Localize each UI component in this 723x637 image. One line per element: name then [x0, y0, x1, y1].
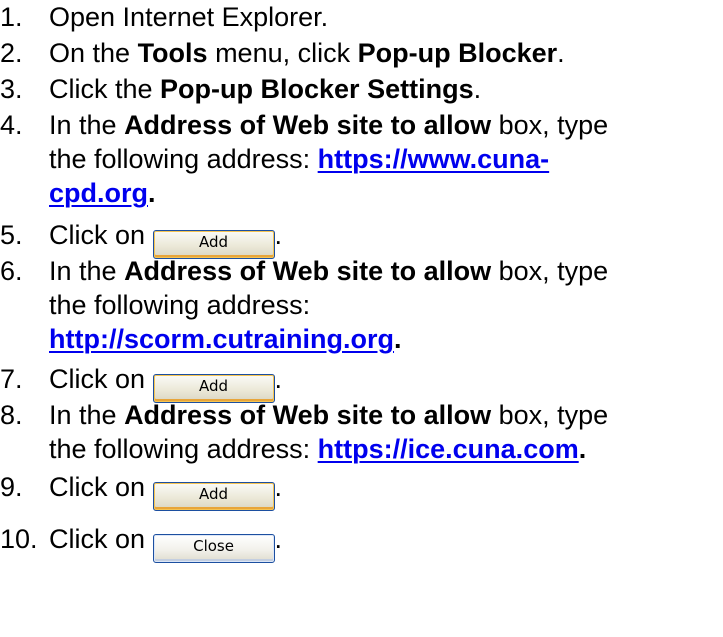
step-line: Click on Add. [49, 470, 723, 511]
step-line: the following address: https://www.cuna- [49, 142, 723, 176]
plain-text: the following address: [49, 434, 318, 464]
bold-text: Pop-up Blocker Settings [160, 74, 474, 104]
step-number: 6. [0, 256, 23, 286]
step-text: Click on Add. [49, 218, 723, 259]
url-link[interactable]: https://ice.cuna.com [318, 434, 579, 464]
step-line: the following address: https://ice.cuna.… [49, 432, 723, 466]
add-button[interactable]: Add [152, 482, 275, 511]
bold-text: Address of Web site to allow [124, 256, 492, 286]
url-link[interactable]: http://scorm.cutraining.org [49, 324, 394, 354]
url-link[interactable]: cpd.org [49, 178, 148, 208]
step-text: In the Address of Web site to allow box,… [49, 398, 723, 466]
step-number: 8. [0, 400, 23, 430]
step-line: Click on Add. [49, 218, 723, 259]
step-line: http://scorm.cutraining.org. [49, 322, 723, 356]
plain-text: Open Internet Explorer. [49, 2, 329, 32]
step-number: 10. [0, 524, 38, 554]
bold-text: . [578, 434, 587, 464]
step-number: 1. [0, 2, 23, 32]
step-number: 4. [0, 110, 23, 140]
plain-text: . [274, 524, 283, 554]
plain-text: box, type [491, 256, 609, 286]
step-line: In the Address of Web site to allow box,… [49, 108, 723, 142]
plain-text: Click on [49, 364, 153, 394]
plain-text: In the [49, 110, 125, 140]
step-number: 7. [0, 364, 23, 394]
plain-text: the following address: [49, 290, 311, 320]
plain-text: Click on [49, 220, 153, 250]
step-line: On the Tools menu, click Pop-up Blocker. [49, 36, 723, 70]
step-number: 3. [0, 74, 23, 104]
bold-text: Tools [137, 38, 208, 68]
plain-text: the following address: [49, 144, 318, 174]
plain-text: menu, click [207, 38, 358, 68]
plain-text: Click the [49, 74, 161, 104]
step-text: Click the Pop-up Blocker Settings. [49, 72, 723, 106]
plain-text: In the [49, 256, 125, 286]
plain-text: . [274, 364, 283, 394]
step-text: Click on Add. [49, 362, 723, 403]
plain-text: Click on [49, 524, 153, 554]
bold-text: . [148, 178, 156, 208]
plain-text: . [274, 220, 283, 250]
step-text: Open Internet Explorer. [49, 0, 723, 34]
step-text: Click on Add. [49, 470, 723, 511]
close-button[interactable]: Close [152, 534, 275, 563]
plain-text: box, type [491, 110, 609, 140]
bold-text: Pop-up Blocker [357, 38, 558, 68]
bold-text: . [394, 324, 402, 354]
plain-text: . [473, 74, 482, 104]
step-number: 2. [0, 38, 23, 68]
step-number: 9. [0, 472, 23, 502]
bold-text: Address of Web site to allow [124, 400, 492, 430]
plain-text: On the [49, 38, 138, 68]
plain-text: . [274, 472, 283, 502]
step-text: Click on Close. [49, 522, 723, 563]
step-text: On the Tools menu, click Pop-up Blocker. [49, 36, 723, 70]
plain-text: box, type [491, 400, 609, 430]
step-line: In the Address of Web site to allow box,… [49, 254, 723, 288]
step-line: Click on Close. [49, 522, 723, 563]
step-line: Click on Add. [49, 362, 723, 403]
bold-text: Address of Web site to allow [124, 110, 492, 140]
plain-text: Click on [49, 472, 153, 502]
plain-text: . [557, 38, 565, 68]
step-line: Open Internet Explorer. [49, 0, 723, 34]
step-line: Click the Pop-up Blocker Settings. [49, 72, 723, 106]
step-number: 5. [0, 220, 23, 250]
step-text: In the Address of Web site to allow box,… [49, 108, 723, 210]
step-text: In the Address of Web site to allow box,… [49, 254, 723, 356]
plain-text: In the [49, 400, 125, 430]
step-line: cpd.org. [49, 176, 723, 210]
step-line: In the Address of Web site to allow box,… [49, 398, 723, 432]
url-link[interactable]: https://www.cuna- [318, 144, 550, 174]
step-line: the following address: [49, 288, 723, 322]
